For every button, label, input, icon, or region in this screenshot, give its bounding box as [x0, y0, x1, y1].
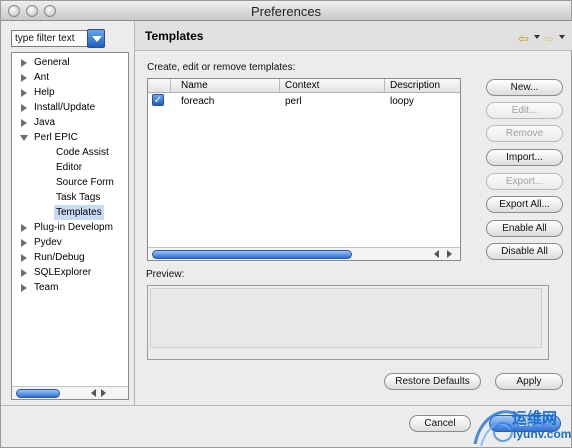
- window-title: Preferences: [250, 4, 322, 19]
- tree-item-plugin-development[interactable]: Plug-in Developm: [21, 220, 113, 235]
- export-all-button[interactable]: Export All...: [486, 196, 563, 213]
- tree-item-templates[interactable]: Templates: [54, 205, 104, 220]
- tree-item-task-tags[interactable]: Task Tags: [56, 190, 100, 205]
- expand-arrow-icon[interactable]: [21, 104, 27, 112]
- chevron-down-icon[interactable]: [559, 35, 565, 39]
- tree-item-label: Pydev: [34, 237, 62, 248]
- tree-item-help[interactable]: Help: [21, 85, 55, 100]
- expand-arrow-icon[interactable]: [21, 284, 27, 292]
- edit-button[interactable]: Edit...: [486, 102, 563, 119]
- pane-divider[interactable]: [134, 21, 135, 405]
- export-button[interactable]: Export...: [486, 173, 563, 190]
- scroll-left-icon[interactable]: [434, 250, 439, 258]
- tree-item-label: SQLExplorer: [34, 267, 92, 278]
- chevron-down-icon: [92, 36, 102, 42]
- panel-title: Templates: [145, 29, 204, 43]
- column-separator[interactable]: [279, 79, 280, 93]
- scrollbar-thumb[interactable]: [16, 389, 60, 398]
- preferences-tree: General Ant Help Install/Update Java Per…: [11, 52, 129, 400]
- cell-context: perl: [285, 96, 302, 107]
- tree-item-run-debug[interactable]: Run/Debug: [21, 250, 85, 265]
- filter-dropdown-button[interactable]: [87, 29, 105, 48]
- tree-item-label: Java: [34, 117, 56, 128]
- scroll-left-icon[interactable]: [91, 389, 96, 397]
- expand-arrow-icon[interactable]: [21, 74, 27, 82]
- scrollbar-thumb[interactable]: [152, 250, 352, 259]
- tree-item-pydev[interactable]: Pydev: [21, 235, 62, 250]
- import-button[interactable]: Import...: [486, 149, 563, 166]
- tree-item-label: Plug-in Developm: [34, 222, 113, 233]
- tree-item-label: Perl EPIC: [34, 132, 78, 143]
- tree-item-install-update[interactable]: Install/Update: [21, 100, 96, 115]
- tree-item-label: Install/Update: [34, 102, 96, 113]
- preview-area[interactable]: [147, 285, 549, 360]
- collapse-arrow-icon[interactable]: [20, 135, 28, 141]
- scroll-right-icon[interactable]: [101, 389, 106, 397]
- preview-label: Preview:: [146, 269, 185, 280]
- watermark-url: iyunv.com: [513, 427, 572, 441]
- scroll-right-icon[interactable]: [447, 250, 452, 258]
- expand-arrow-icon[interactable]: [21, 269, 27, 277]
- tree-item-label: Help: [34, 87, 55, 98]
- tree-horizontal-scrollbar[interactable]: [12, 386, 128, 399]
- expand-arrow-icon[interactable]: [21, 254, 27, 262]
- preferences-window: Preferences type filter text General Ant…: [0, 0, 572, 448]
- cell-name: foreach: [181, 96, 215, 107]
- enable-all-button[interactable]: Enable All: [486, 220, 563, 237]
- tree-item-code-assist[interactable]: Code Assist: [56, 145, 109, 160]
- apply-button[interactable]: Apply: [495, 373, 563, 390]
- title-bar: Preferences: [1, 1, 571, 21]
- tree-item-label: Run/Debug: [34, 252, 85, 263]
- table-horizontal-scrollbar[interactable]: [148, 247, 460, 260]
- instructions-label: Create, edit or remove templates:: [147, 62, 296, 73]
- column-header-description[interactable]: Description: [390, 80, 440, 91]
- column-header-context[interactable]: Context: [285, 80, 319, 91]
- expand-arrow-icon[interactable]: [21, 89, 27, 97]
- tree-item-source-formatter[interactable]: Source Form: [56, 175, 114, 190]
- tree-item-team[interactable]: Team: [21, 280, 59, 295]
- column-header-name[interactable]: Name: [181, 80, 208, 91]
- new-button[interactable]: New...: [486, 79, 563, 96]
- arrow-right-icon[interactable]: ⇨: [543, 31, 554, 47]
- arrow-left-icon[interactable]: ⇦: [518, 31, 529, 47]
- tree-item-label: Team: [34, 282, 59, 293]
- templates-table: Name Context Description ✓ foreach perl …: [147, 78, 461, 261]
- tree-item-label: Ant: [34, 72, 50, 83]
- expand-arrow-icon[interactable]: [21, 224, 27, 232]
- tree-item-java[interactable]: Java: [21, 115, 56, 130]
- column-separator[interactable]: [170, 79, 171, 93]
- tree-item-general[interactable]: General: [21, 55, 70, 70]
- disable-all-button[interactable]: Disable All: [486, 243, 563, 260]
- chevron-down-icon[interactable]: [534, 35, 540, 39]
- expand-arrow-icon[interactable]: [21, 119, 27, 127]
- table-header: Name Context Description: [148, 79, 460, 93]
- preview-text[interactable]: [150, 288, 542, 348]
- tree-item-ant[interactable]: Ant: [21, 70, 50, 85]
- tree-item-label: General: [34, 57, 70, 68]
- watermark-text: 运维网: [512, 410, 558, 427]
- column-separator[interactable]: [384, 79, 385, 93]
- remove-button[interactable]: Remove: [486, 125, 563, 142]
- restore-defaults-button[interactable]: Restore Defaults: [384, 373, 481, 390]
- tree-item-editor[interactable]: Editor: [56, 160, 82, 175]
- tree-item-sqlexplorer[interactable]: SQLExplorer: [21, 265, 92, 280]
- expand-arrow-icon[interactable]: [21, 59, 27, 67]
- template-enabled-checkbox[interactable]: ✓: [152, 94, 164, 106]
- expand-arrow-icon[interactable]: [21, 239, 27, 247]
- panel-header: Templates ⇦ ⇨: [135, 21, 572, 51]
- cancel-button[interactable]: Cancel: [409, 415, 471, 432]
- cell-description: loopy: [390, 96, 414, 107]
- tree-item-perl-epic[interactable]: Perl EPIC: [20, 130, 78, 145]
